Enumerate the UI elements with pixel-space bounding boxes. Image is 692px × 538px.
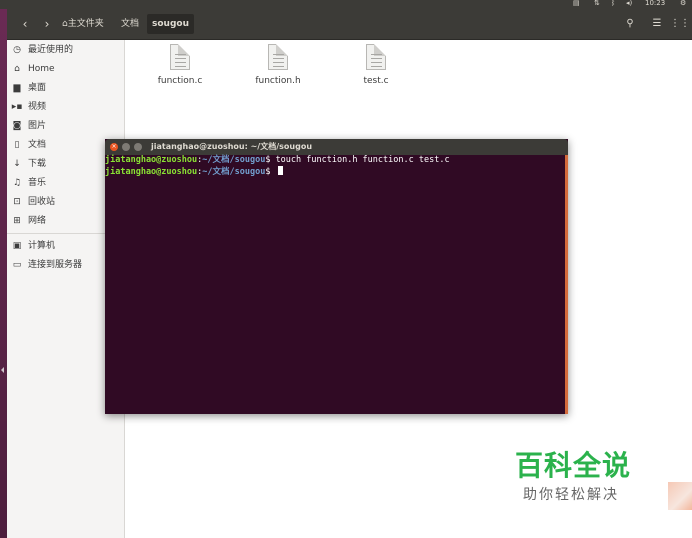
search-button[interactable]: ⚲ — [621, 15, 639, 33]
back-button[interactable]: ‹ — [15, 15, 35, 33]
sidebar-item-pictures[interactable]: ◙ 图片 — [7, 117, 124, 135]
file-item-function-h[interactable]: function.h — [233, 44, 323, 86]
sidebar-item-label: 连接到服务器 — [28, 260, 83, 270]
sidebar-item-videos[interactable]: ▸▪ 视频 — [7, 98, 124, 116]
terminal-line: jiatanghao@zuoshou:~/文档/sougou$ touch fu… — [105, 155, 564, 166]
keyboard-icon[interactable]: ▤ — [573, 0, 580, 7]
trash-icon: ⊡ — [13, 197, 21, 207]
terminal-cursor — [277, 165, 283, 175]
prompt-user: jiatanghao@zuoshou — [105, 166, 198, 177]
bluetooth-icon[interactable]: ᛒ — [611, 0, 615, 7]
launcher-strip — [0, 9, 7, 538]
breadcrumb-home[interactable]: ⌂主文件夹 — [57, 14, 109, 34]
document-icon: ▯ — [14, 140, 20, 150]
breadcrumb-documents[interactable]: 文档 — [116, 14, 144, 34]
blurred-thumbnail — [668, 482, 692, 510]
prompt-symbol: $ — [265, 166, 276, 177]
file-item-function-c[interactable]: function.c — [135, 44, 225, 86]
grid-view-icon: ⋮⋮ — [670, 18, 690, 29]
sidebar-item-label: 桌面 — [28, 83, 47, 93]
prompt-user: jiatanghao@zuoshou — [105, 155, 198, 165]
download-icon: ↓ — [13, 159, 21, 169]
grid-view-button[interactable]: ⋮⋮ — [670, 15, 690, 33]
terminal-line: jiatanghao@zuoshou:~/文档/sougou$ — [105, 165, 564, 178]
file-name: function.c — [157, 76, 203, 86]
sidebar-item-label: 最近使用的 — [28, 45, 74, 55]
sidebar-item-label: Home — [28, 64, 55, 74]
close-icon: × — [111, 143, 117, 150]
launcher-arrow-icon[interactable] — [1, 367, 4, 373]
sidebar-item-label: 文档 — [28, 140, 47, 150]
sidebar-item-label: 计算机 — [28, 241, 56, 251]
terminal-command: touch function.h function.c test.c — [275, 155, 450, 165]
volume-icon[interactable]: ◂) — [626, 0, 632, 7]
prompt-path: ~/文档/sougou — [202, 166, 266, 177]
prompt-path: ~/文档/sougou — [202, 155, 266, 165]
watermark-subtitle: 助你轻松解决 — [523, 487, 619, 503]
sidebar-item-label: 视频 — [28, 102, 47, 112]
list-view-icon: ☰ — [652, 18, 662, 29]
network-icon[interactable]: ⇅ — [594, 0, 600, 7]
sidebar-item-label: 音乐 — [28, 178, 47, 188]
list-view-button[interactable]: ☰ — [648, 15, 666, 33]
clock[interactable]: 10:23 — [645, 0, 665, 7]
file-name: function.h — [255, 76, 301, 86]
file-manager-header: ‹ › ⌂主文件夹 文档 sougou ⚲ ☰ ⋮⋮ — [7, 9, 692, 40]
terminal-title: jiatanghao@zuoshou: ~/文档/sougou — [151, 142, 313, 151]
close-button[interactable]: × — [110, 143, 118, 151]
sidebar-item-home[interactable]: ⌂ Home — [7, 60, 124, 78]
terminal-titlebar[interactable]: × jiatanghao@zuoshou: ~/文档/sougou — [105, 139, 568, 155]
breadcrumb-label: 主文件夹 — [67, 19, 104, 29]
system-top-bar: ▤ ⇅ ᛒ ◂) 10:23 ⚙ — [0, 0, 692, 9]
sidebar-item-label: 回收站 — [28, 197, 56, 207]
sidebar-item-desktop[interactable]: ▆ 桌面 — [7, 79, 124, 97]
power-icon[interactable]: ⚙ — [680, 0, 686, 7]
desktop-icon: ▆ — [13, 83, 21, 93]
text-file-icon — [170, 44, 190, 70]
music-icon: ♫ — [12, 178, 22, 188]
home-icon: ⌂ — [14, 64, 20, 74]
minimize-button[interactable] — [122, 143, 130, 151]
watermark: 百科全说 助你轻松解决 — [495, 430, 692, 516]
terminal-scroll-edge — [565, 155, 568, 414]
text-file-icon — [366, 44, 386, 70]
terminal-window: × jiatanghao@zuoshou: ~/文档/sougou jiatan… — [105, 139, 568, 414]
forward-button[interactable]: › — [37, 15, 57, 33]
sidebar-item-label: 下载 — [28, 159, 47, 169]
chevron-right-icon: › — [44, 17, 50, 31]
search-icon: ⚲ — [626, 18, 634, 29]
camera-icon: ◙ — [12, 121, 22, 131]
network-icon: ⊞ — [13, 216, 21, 226]
breadcrumb-label: sougou — [152, 19, 189, 29]
terminal-output[interactable]: jiatanghao@zuoshou:~/文档/sougou$ touch fu… — [105, 155, 564, 414]
computer-icon: ▣ — [12, 241, 22, 251]
sidebar-item-label: 网络 — [28, 216, 47, 226]
server-icon: ▭ — [12, 260, 22, 270]
sidebar-item-recent[interactable]: ◷ 最近使用的 — [7, 41, 124, 59]
file-name: test.c — [363, 76, 389, 86]
prompt-symbol: $ — [265, 155, 276, 165]
breadcrumb-label: 文档 — [121, 19, 140, 29]
maximize-button[interactable] — [134, 143, 142, 151]
breadcrumb-sougou[interactable]: sougou — [147, 14, 194, 34]
video-icon: ▸▪ — [11, 102, 23, 112]
recent-icon: ◷ — [13, 45, 21, 55]
watermark-title: 百科全说 — [515, 449, 632, 482]
chevron-left-icon: ‹ — [22, 17, 28, 31]
sidebar-item-label: 图片 — [28, 121, 47, 131]
text-file-icon — [268, 44, 288, 70]
file-item-test-c[interactable]: test.c — [331, 44, 421, 86]
